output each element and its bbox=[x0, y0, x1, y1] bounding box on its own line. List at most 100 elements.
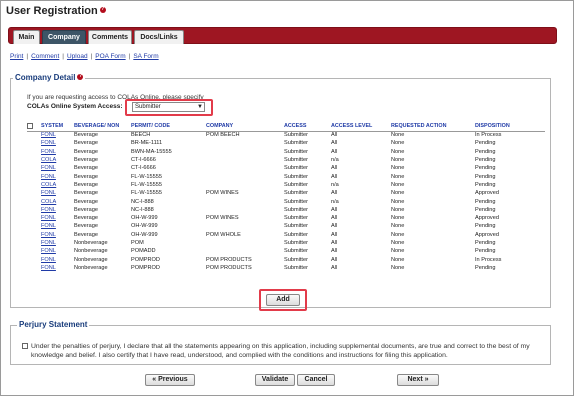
cell-access: Submitter bbox=[284, 256, 308, 263]
perjury-checkbox[interactable] bbox=[22, 343, 28, 349]
cell-company: POM BEECH bbox=[206, 132, 240, 139]
cell-system[interactable]: FONL bbox=[41, 172, 74, 180]
cell-company bbox=[206, 247, 284, 255]
col-beverage: BEVERAGE/ NON bbox=[74, 122, 131, 132]
table-row: COLA Beverage FL-W-15555 Submitter n/a None Pe… bbox=[27, 181, 545, 189]
cell-requested-action: None bbox=[391, 140, 405, 147]
col-access: ACCESS bbox=[284, 122, 331, 132]
comment-link[interactable]: Comment bbox=[31, 53, 59, 60]
cell-beverage: Beverage bbox=[74, 173, 98, 180]
help-icon[interactable] bbox=[99, 6, 106, 14]
cell-access: Submitter bbox=[284, 240, 308, 246]
cell-system[interactable]: FONL bbox=[41, 189, 74, 197]
separator: | bbox=[26, 53, 29, 60]
company-detail-legend: Company Detail bbox=[13, 73, 86, 82]
page-title: User Registration bbox=[6, 5, 106, 17]
cell-beverage: Beverage bbox=[74, 223, 98, 230]
perjury-text: Under the penalties of perjury, I declar… bbox=[31, 343, 530, 359]
cell-access: Submitter bbox=[284, 223, 308, 230]
next-button[interactable]: Next » bbox=[397, 374, 439, 386]
cell-disposition: Pending bbox=[475, 181, 496, 188]
tab-bar: Main Company Comments Docs/Links bbox=[8, 27, 557, 44]
cell-access-level: All bbox=[331, 165, 338, 172]
cell-access: Submitter bbox=[284, 248, 308, 255]
cell-system[interactable]: FONL bbox=[41, 222, 74, 230]
cell-access-level: All bbox=[331, 248, 338, 255]
cell-requested-action: None bbox=[391, 157, 405, 164]
cell-company: POM PRODUCTS bbox=[206, 256, 252, 263]
cell-disposition: Pending bbox=[475, 248, 496, 255]
cell-system[interactable]: COLA bbox=[41, 181, 74, 189]
tab-company[interactable]: Company bbox=[42, 30, 86, 44]
perjury-legend: Perjury Statement bbox=[17, 320, 90, 329]
col-permit: PERMIT/ CODE bbox=[131, 122, 206, 132]
table-row: FONL Beverage CT-I-6666 Submitter All None Pen… bbox=[27, 164, 545, 172]
print-link[interactable]: Print bbox=[10, 53, 23, 60]
cell-beverage: Beverage bbox=[74, 231, 98, 238]
table-row: FONL Nonbeverage POM Submitter All None Pendin… bbox=[27, 239, 545, 247]
cell-system[interactable]: FONL bbox=[41, 131, 74, 139]
cell-system[interactable]: FONL bbox=[41, 164, 74, 172]
cell-access-level: n/a bbox=[331, 198, 339, 205]
cell-company bbox=[206, 206, 284, 214]
cell-permit: BR-ME-1111 bbox=[131, 140, 163, 147]
help-icon[interactable] bbox=[77, 73, 84, 80]
cell-company bbox=[206, 139, 284, 147]
cell-disposition: Pending bbox=[475, 206, 496, 213]
row-cell-empty bbox=[27, 164, 41, 172]
cell-beverage: Beverage bbox=[74, 165, 98, 172]
cell-permit: POMADD bbox=[131, 248, 156, 255]
cell-disposition: Pending bbox=[475, 148, 496, 155]
cell-system[interactable]: FONL bbox=[41, 206, 74, 214]
validate-button[interactable]: Validate bbox=[255, 374, 295, 386]
cell-access: Submitter bbox=[284, 165, 308, 172]
cell-requested-action: None bbox=[391, 264, 405, 271]
cell-system[interactable]: FONL bbox=[41, 139, 74, 147]
cell-beverage: Beverage bbox=[74, 148, 98, 155]
cell-system[interactable]: FONL bbox=[41, 148, 74, 156]
cell-access-level: All bbox=[331, 223, 338, 230]
cancel-button[interactable]: Cancel bbox=[297, 374, 335, 386]
upload-link[interactable]: Upload bbox=[67, 53, 88, 60]
cell-requested-action: None bbox=[391, 256, 405, 263]
cell-beverage: Beverage bbox=[74, 198, 98, 205]
cell-access-level: All bbox=[331, 231, 338, 238]
poa-form-link[interactable]: POA Form bbox=[95, 53, 125, 60]
cell-system[interactable]: FONL bbox=[41, 247, 74, 255]
cell-requested-action: None bbox=[391, 198, 405, 205]
cell-requested-action: None bbox=[391, 240, 405, 246]
tab-docs-links[interactable]: Docs/Links bbox=[134, 30, 184, 44]
tab-comments[interactable]: Comments bbox=[88, 30, 132, 44]
cell-permit: OH-W-999 bbox=[131, 223, 158, 230]
cell-company bbox=[206, 148, 284, 156]
cell-system[interactable]: COLA bbox=[41, 156, 74, 164]
row-cell-empty bbox=[27, 131, 41, 139]
cell-permit: FL-W-15555 bbox=[131, 173, 162, 180]
cell-system[interactable]: FONL bbox=[41, 264, 74, 272]
table-row: FONL Beverage BR-ME-1111 Submitter All None Pe… bbox=[27, 139, 545, 147]
cell-disposition: Pending bbox=[475, 223, 496, 230]
table-row: FONL Beverage OH-W-999 POM WHOLE Submitter Al… bbox=[27, 231, 545, 239]
cell-access-level: All bbox=[331, 190, 338, 197]
cell-disposition: Approved bbox=[475, 231, 499, 238]
cell-system[interactable]: FONL bbox=[41, 214, 74, 222]
cell-system[interactable]: FONL bbox=[41, 255, 74, 263]
checkbox-icon bbox=[27, 123, 33, 130]
cell-system[interactable]: FONL bbox=[41, 231, 74, 239]
table-row: COLA Beverage NC-I-888 Submitter n/a None Pend… bbox=[27, 197, 545, 205]
table-row: FONL Nonbeverage POMPROD POM PRODUCTS Submit… bbox=[27, 255, 545, 263]
cell-requested-action: None bbox=[391, 215, 405, 222]
tab-main[interactable]: Main bbox=[13, 30, 40, 44]
separator: | bbox=[128, 53, 131, 60]
previous-button[interactable]: « Previous bbox=[145, 374, 195, 386]
cell-system[interactable]: FONL bbox=[41, 239, 74, 247]
cell-disposition: Pending bbox=[475, 173, 496, 180]
cell-company bbox=[206, 181, 284, 189]
cell-access: Submitter bbox=[284, 132, 308, 139]
cell-system[interactable]: COLA bbox=[41, 197, 74, 205]
cell-company: POM WINES bbox=[206, 190, 239, 197]
select-all-checkbox[interactable] bbox=[27, 122, 41, 132]
cell-access-level: All bbox=[331, 264, 338, 271]
cell-permit: NC-I-888 bbox=[131, 206, 154, 213]
sa-form-link[interactable]: SA Form bbox=[133, 53, 158, 60]
